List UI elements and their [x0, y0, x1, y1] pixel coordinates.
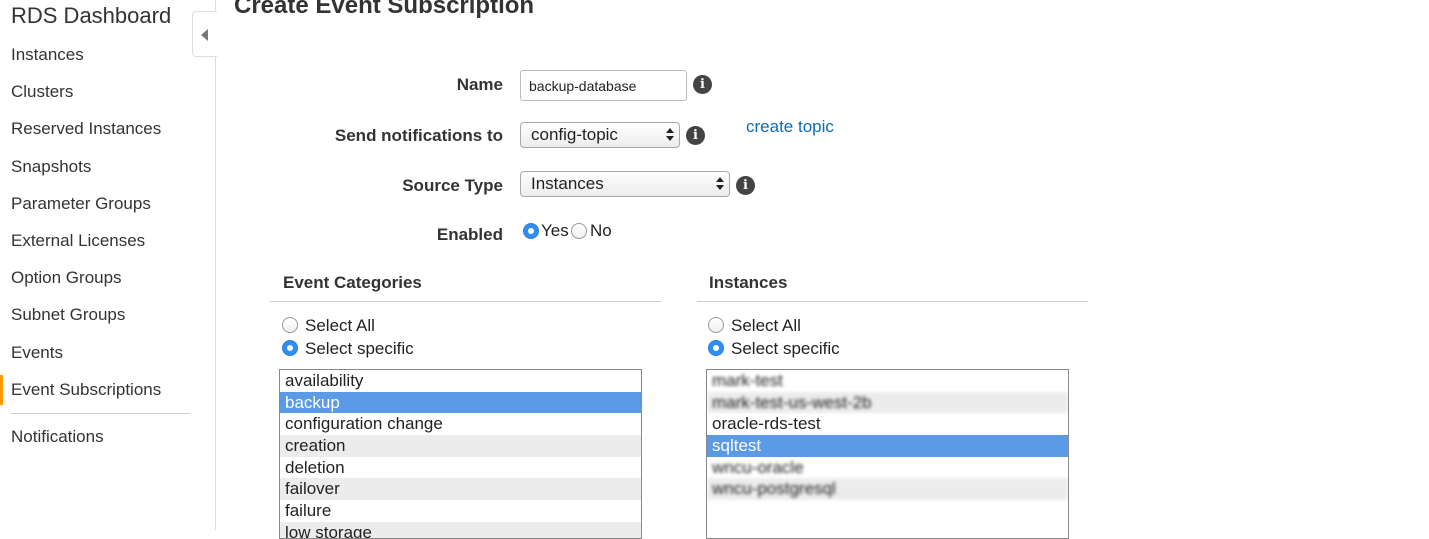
list-item[interactable]: failover: [280, 478, 641, 501]
instances-heading: Instances: [709, 273, 788, 292]
list-item[interactable]: failure: [280, 500, 641, 522]
list-item-selected[interactable]: sqltest: [707, 435, 1068, 457]
sidebar-item-external-licenses[interactable]: External Licenses: [0, 226, 215, 256]
list-item[interactable]: oracle-rds-test: [707, 413, 1068, 435]
sidebar-item-parameter-groups[interactable]: Parameter Groups: [0, 189, 215, 219]
event-categories-listbox[interactable]: availability backup configuration change…: [279, 369, 642, 539]
create-topic-link[interactable]: create topic: [746, 117, 834, 137]
select-arrows-icon: [666, 127, 674, 143]
send-notifications-value: config-topic: [531, 125, 618, 144]
enabled-no-radio[interactable]: [571, 223, 587, 239]
list-item[interactable]: mark-test: [707, 370, 1068, 392]
list-item[interactable]: wncu-postgresql: [707, 478, 1068, 501]
list-item[interactable]: mark-test-us-west-2b: [707, 391, 1068, 414]
instances-select-specific-radio[interactable]: [708, 340, 724, 356]
name-label: Name: [456, 75, 503, 94]
instances-listbox[interactable]: mark-test mark-test-us-west-2b oracle-rd…: [706, 369, 1069, 539]
name-input[interactable]: [520, 70, 687, 101]
page-title: Create Event Subscription: [234, 0, 535, 19]
caret-left-icon: [201, 29, 208, 41]
sidebar-title[interactable]: RDS Dashboard: [11, 3, 171, 29]
list-item[interactable]: deletion: [280, 457, 641, 479]
sidebar-item-option-groups[interactable]: Option Groups: [0, 263, 215, 293]
select-arrows-icon: [716, 176, 724, 192]
sidebar-divider: [11, 413, 190, 414]
send-notifications-label: Send notifications to: [334, 126, 503, 145]
list-item[interactable]: availability: [280, 370, 641, 392]
sidebar-item-instances[interactable]: Instances: [0, 40, 215, 70]
sidebar-item-event-subscriptions[interactable]: Event Subscriptions: [0, 375, 215, 405]
sidebar-collapse-button[interactable]: [192, 11, 217, 57]
send-notifications-select[interactable]: config-topic: [520, 122, 680, 148]
event-categories-select-specific-label[interactable]: Select specific: [305, 339, 414, 359]
enabled-no-label[interactable]: No: [590, 221, 612, 241]
sidebar-item-clusters[interactable]: Clusters: [0, 77, 215, 107]
sidebar-item-events[interactable]: Events: [0, 338, 215, 368]
instances-divider: [697, 301, 1088, 302]
sidebar-item-notifications[interactable]: Notifications: [0, 422, 215, 452]
info-icon[interactable]: i: [686, 126, 705, 145]
info-icon[interactable]: i: [736, 176, 755, 195]
event-categories-heading: Event Categories: [283, 273, 422, 292]
source-type-value: Instances: [531, 174, 604, 193]
list-item[interactable]: low storage: [280, 521, 641, 538]
sidebar-item-snapshots[interactable]: Snapshots: [0, 152, 215, 182]
event-categories-select-all-radio[interactable]: [282, 317, 298, 333]
info-icon[interactable]: i: [693, 75, 712, 94]
enabled-yes-label[interactable]: Yes: [541, 221, 569, 241]
instances-select-all-radio[interactable]: [708, 317, 724, 333]
instances-select-all-label[interactable]: Select All: [731, 316, 801, 336]
list-item[interactable]: creation: [280, 435, 641, 457]
sidebar: RDS Dashboard Instances Clusters Reserve…: [0, 0, 216, 530]
event-categories-divider: [270, 301, 661, 302]
event-categories-select-all-label[interactable]: Select All: [305, 316, 375, 336]
enabled-label: Enabled: [436, 225, 503, 244]
list-item[interactable]: configuration change: [280, 413, 641, 435]
list-item[interactable]: wncu-oracle: [707, 457, 1068, 479]
source-type-select[interactable]: Instances: [520, 171, 730, 197]
sidebar-item-subnet-groups[interactable]: Subnet Groups: [0, 300, 215, 330]
event-categories-select-specific-radio[interactable]: [282, 340, 298, 356]
instances-select-specific-label[interactable]: Select specific: [731, 339, 840, 359]
list-item-selected[interactable]: backup: [280, 391, 641, 414]
sidebar-item-reserved-instances[interactable]: Reserved Instances: [0, 114, 215, 144]
source-type-label: Source Type: [402, 176, 503, 195]
enabled-yes-radio[interactable]: [523, 223, 539, 239]
